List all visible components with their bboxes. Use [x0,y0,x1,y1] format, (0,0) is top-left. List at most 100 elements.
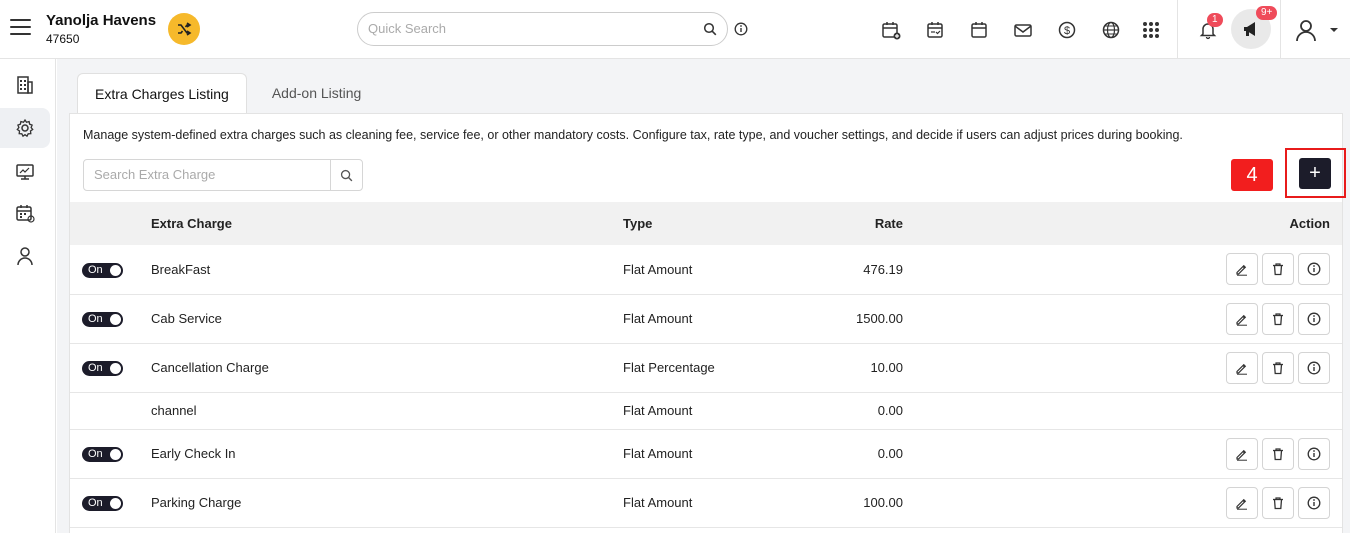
delete-button[interactable] [1262,486,1294,519]
sidebar-item-monitor[interactable] [0,152,50,192]
trash-icon [1271,361,1285,375]
megaphone-icon [1244,22,1255,36]
cell-extra-charge: BreakFast [151,245,623,295]
divider [1280,0,1281,58]
header-action: Action [1289,216,1330,231]
toggle-label: On [88,264,103,276]
tab-add-on[interactable]: Add-on Listing [255,73,379,113]
hotel-id: 47650 [46,32,80,46]
table-row: On BreakFast Flat Amount 476.19 [70,245,1342,295]
info-icon [1307,496,1321,510]
add-reservation-icon[interactable] [879,18,903,42]
edit-icon [1235,312,1249,326]
status-toggle[interactable]: On [82,262,123,278]
edit-icon [1235,496,1249,510]
table-row: On Parking Charge Flat Amount 100.00 [70,478,1342,528]
apps-grid-icon[interactable] [1139,18,1163,42]
cell-extra-charge: Early Check In [151,429,623,479]
toggle-knob [110,264,121,276]
cell-rate: 10.00 [813,343,903,393]
notification-count-badge: 1 [1207,13,1223,27]
toggle-label: On [88,448,103,461]
header-type: Type [623,216,653,231]
switch-property-button[interactable] [168,13,200,45]
search-button[interactable] [330,160,362,190]
delete-button[interactable] [1262,351,1294,384]
trash-icon [1271,262,1285,276]
sidebar-item-property[interactable] [0,65,50,105]
monitor-icon [16,164,34,180]
edit-button[interactable] [1226,302,1258,335]
toggle-label: On [88,362,103,375]
cell-type: Flat Amount [623,245,813,295]
info-button[interactable] [1298,486,1330,519]
cell-toggle: On [70,245,151,295]
menu-icon[interactable] [10,19,31,37]
toggle-knob [110,313,121,325]
dollar-icon[interactable]: $ [1055,18,1079,42]
status-toggle[interactable]: On [82,311,123,327]
extra-charges-panel: Manage system-defined extra charges such… [69,113,1346,533]
main-content: Extra Charges Listing Add-on Listing Man… [57,59,1350,533]
info-button[interactable] [1298,253,1330,286]
status-toggle[interactable]: On [82,360,123,376]
cell-action [903,343,1342,393]
user-icon [1296,20,1316,42]
cell-rate: 0.00 [813,392,903,430]
cell-extra-charge: Cancellation Charge [151,343,623,393]
cell-type: Flat Percentage [623,343,813,393]
sidebar-item-calendar[interactable] [0,193,50,233]
info-button[interactable] [1298,351,1330,384]
toggle-knob [110,362,121,374]
top-bar: Yanolja Havens 47650 $ 1 9+ [0,0,1350,59]
cell-toggle: On [70,478,151,528]
cell-extra-charge: Cab Service [151,294,623,344]
edit-button[interactable] [1226,351,1258,384]
toggle-knob [110,497,121,509]
search-icon [340,169,353,181]
header-rate: Rate [874,216,903,231]
extra-charge-search-input[interactable] [94,167,324,182]
delete-button[interactable] [1262,253,1294,286]
sidebar-item-settings[interactable] [0,108,50,148]
status-toggle[interactable]: On [82,446,123,462]
sidebar-item-users[interactable] [0,236,50,276]
mail-icon[interactable] [1011,18,1035,42]
settings-icon [16,118,34,138]
globe-icon[interactable] [1099,18,1123,42]
edit-icon [1235,262,1249,276]
checkin-calendar-icon[interactable] [923,18,947,42]
edit-button[interactable] [1226,437,1258,470]
edit-button[interactable] [1226,486,1258,519]
toggle-label: On [88,313,103,326]
info-icon[interactable] [734,22,748,39]
delete-button[interactable] [1262,437,1294,470]
announcement-count-badge: 9+ [1256,6,1278,20]
status-toggle[interactable]: On [82,495,123,511]
step-number-badge: 4 [1231,159,1273,191]
add-extra-charge-button[interactable]: + [1299,158,1331,189]
cell-rate: 476.19 [813,245,903,295]
info-button[interactable] [1298,302,1330,335]
extra-charges-table: Extra Charge Type Rate Action On BreakFas… [70,202,1342,528]
edit-button[interactable] [1226,253,1258,286]
search-icon[interactable] [703,22,717,39]
delete-button[interactable] [1262,302,1294,335]
table-row: On Early Check In Flat Amount 0.00 [70,429,1342,479]
quick-search-input[interactable] [368,21,688,36]
cell-type: Flat Amount [623,294,813,344]
cell-toggle: On [70,294,151,344]
trash-icon [1271,312,1285,326]
info-icon [1307,312,1321,326]
info-icon [1307,447,1321,461]
info-button[interactable] [1298,437,1330,470]
cell-action [903,429,1342,479]
trash-icon [1271,447,1285,461]
cell-action [903,478,1342,528]
calendar-icon[interactable] [967,18,991,42]
cell-action [903,245,1342,295]
cell-action [903,294,1342,344]
tab-extra-charges[interactable]: Extra Charges Listing [77,73,247,113]
table-row: On Cancellation Charge Flat Percentage 10.0… [70,343,1342,393]
user-menu-button[interactable] [1294,16,1342,44]
